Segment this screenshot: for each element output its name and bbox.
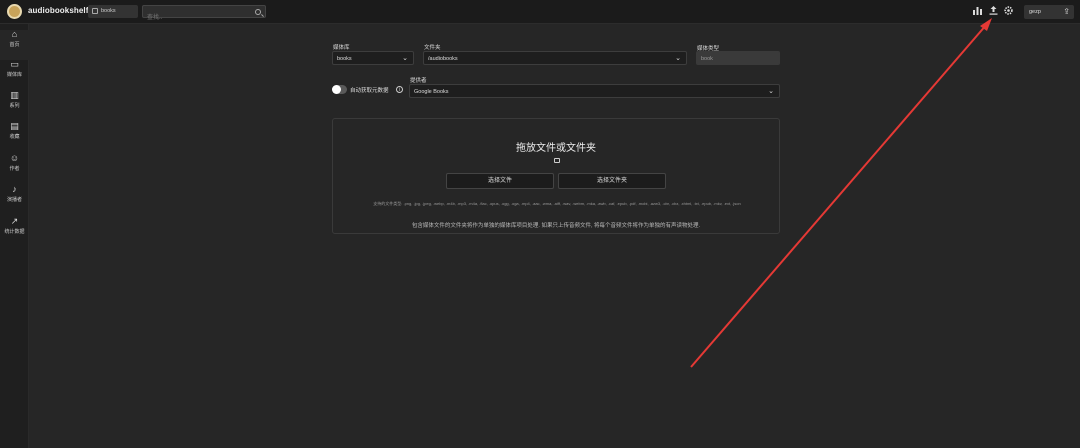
app-title[interactable]: audiobookshelf <box>28 6 89 15</box>
library-select[interactable]: books ⌄ <box>332 51 414 65</box>
sidebar-item-stats[interactable]: ↗ 统计数据 <box>0 217 29 247</box>
app-logo-icon[interactable] <box>7 4 22 19</box>
drop-zone-title: 拖放文件或文件夹 <box>516 143 596 154</box>
toggle-knob <box>332 85 341 94</box>
media-type-value: book <box>701 56 713 62</box>
sidebar-item-series[interactable]: ▥ 系列 <box>0 91 29 121</box>
upload-icon[interactable] <box>988 6 999 17</box>
supported-file-types: 支持的文件类型: .png, .jpg, .jpeg, .webp, .m4b,… <box>373 201 741 206</box>
user-menu-button[interactable]: gezp ⇪ <box>1024 5 1074 19</box>
sidebar-item-library[interactable]: ▭ 媒体库 <box>0 60 29 90</box>
auto-fetch-label: 自动获取元数据 <box>350 88 389 94</box>
library-icon <box>92 8 98 14</box>
chevron-down-icon: ⌄ <box>768 88 774 95</box>
library-selector-label: books <box>101 8 116 14</box>
folder-icon <box>554 158 560 163</box>
stats-icon[interactable] <box>972 6 983 17</box>
sidebar-item-narrators[interactable]: ♪ 演播者 <box>0 185 29 215</box>
choose-files-button[interactable]: 选择文件 <box>446 173 554 189</box>
search-icon[interactable] <box>255 9 261 15</box>
search-box[interactable] <box>142 5 266 23</box>
series-icon: ▥ <box>10 90 19 100</box>
drop-zone[interactable]: 拖放文件或文件夹 选择文件 选择文件夹 支持的文件类型: .png, .jpg,… <box>332 118 780 234</box>
sidebar-item-label: 作者 <box>9 166 20 172</box>
info-icon[interactable]: i <box>396 86 403 93</box>
media-type-field: book <box>696 51 780 65</box>
sidebar: ⌂ 首页 ▭ 媒体库 ▥ 系列 ▤ 收藏 ☺ 作者 ♪ 演播者 ↗ 统计数据 <box>0 24 29 448</box>
sidebar-item-home[interactable]: ⌂ 首页 <box>0 30 29 60</box>
search-input[interactable] <box>143 13 243 23</box>
chevron-down-icon: ⌄ <box>675 55 681 62</box>
provider-select[interactable]: Google Books ⌄ <box>409 84 780 98</box>
sidebar-item-label: 媒体库 <box>6 72 22 78</box>
library-select-value: books <box>337 56 352 62</box>
provider-select-value: Google Books <box>414 89 449 95</box>
sidebar-item-label: 统计数据 <box>4 229 25 235</box>
sidebar-item-label: 系列 <box>9 103 20 109</box>
folder-select[interactable]: /audiobooks ⌄ <box>423 51 687 65</box>
settings-icon[interactable] <box>1003 6 1014 17</box>
folder-select-value: /audiobooks <box>428 56 458 62</box>
drop-zone-note: 包含媒体文件的文件夹将作为单独的媒体库项目处理. 如果只上传音频文件, 将每个音… <box>411 223 701 229</box>
folder-label: 文件夹 <box>424 45 441 51</box>
sidebar-item-label: 首页 <box>9 42 20 48</box>
top-bar: audiobookshelf books gezp ⇪ <box>0 0 1080 24</box>
chevron-down-icon: ⌄ <box>402 55 408 62</box>
user-name: gezp <box>1029 9 1041 15</box>
sidebar-item-authors[interactable]: ☺ 作者 <box>0 154 29 184</box>
library-label: 媒体库 <box>333 45 350 51</box>
library-selector[interactable]: books <box>88 5 138 18</box>
collections-icon: ▤ <box>10 121 19 131</box>
stats-icon: ↗ <box>10 216 19 226</box>
provider-label: 提供者 <box>410 78 427 84</box>
sidebar-item-collections[interactable]: ▤ 收藏 <box>0 122 29 152</box>
sidebar-item-label: 演播者 <box>6 197 22 203</box>
user-upload-icon: ⇪ <box>1063 7 1070 16</box>
sidebar-item-label: 收藏 <box>9 134 20 140</box>
library-icon: ▭ <box>10 59 19 69</box>
choose-folder-button[interactable]: 选择文件夹 <box>558 173 666 189</box>
home-icon: ⌂ <box>11 29 18 39</box>
narrators-icon: ♪ <box>12 184 17 194</box>
authors-icon: ☺ <box>9 153 20 163</box>
auto-fetch-toggle[interactable] <box>332 85 347 94</box>
